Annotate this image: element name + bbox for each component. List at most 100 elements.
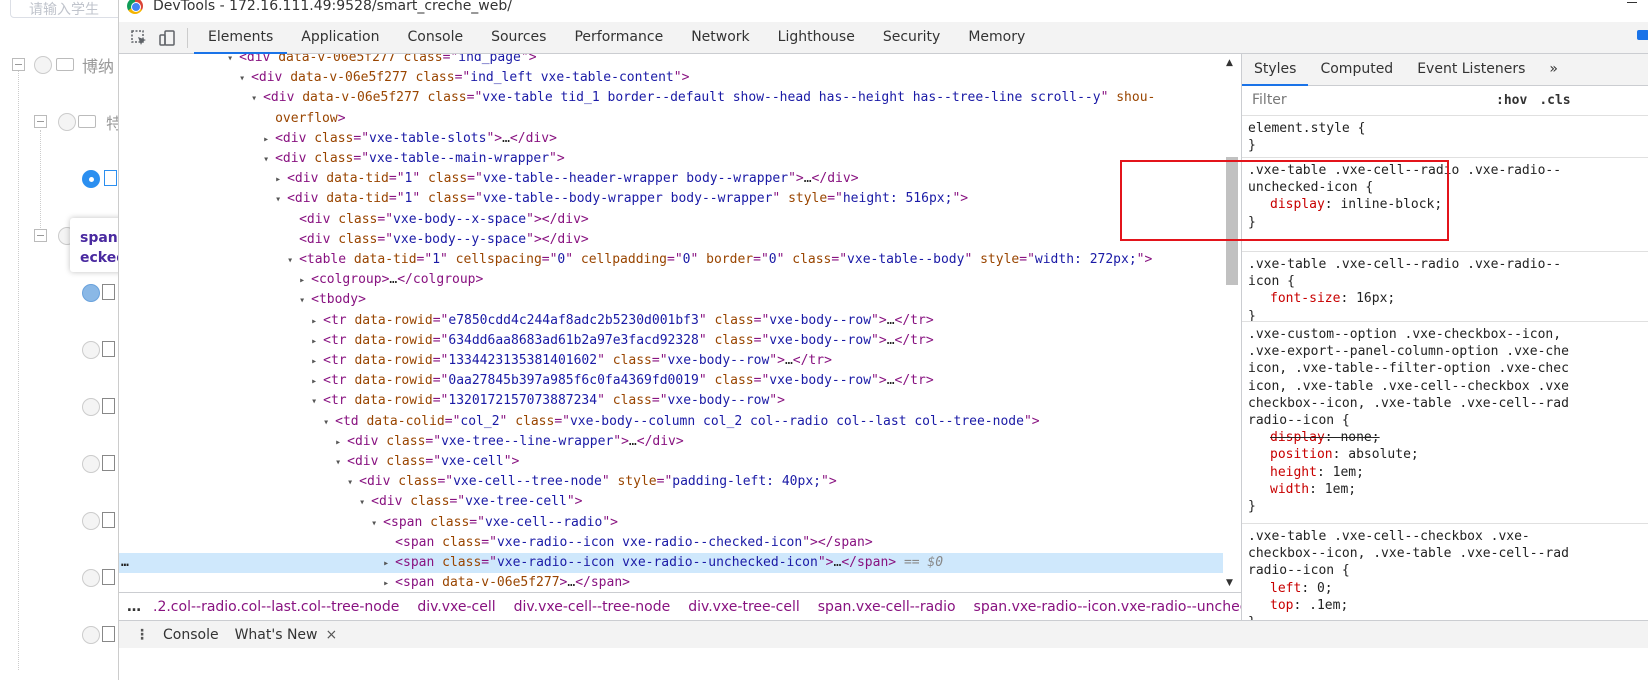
breadcrumb-overflow-icon[interactable]: … bbox=[127, 599, 141, 615]
tab-console[interactable]: Console bbox=[394, 22, 478, 54]
dom-node[interactable]: ▾ <div data-v-06e5f277 class="ind_page"> bbox=[119, 54, 1225, 68]
styles-filter-input[interactable]: Filter bbox=[1250, 89, 1482, 112]
dom-node[interactable]: ▸ <div data-tid="1" class="vxe-table--hea… bbox=[119, 169, 1225, 189]
expand-toggle-icon[interactable]: ▾ bbox=[347, 473, 359, 493]
collapse-icon[interactable] bbox=[34, 229, 47, 242]
expand-toggle-icon[interactable]: ▸ bbox=[311, 312, 323, 332]
expand-toggle-icon[interactable]: ▾ bbox=[323, 413, 335, 433]
css-selector[interactable]: element.style { bbox=[1248, 120, 1644, 137]
tab-security[interactable]: Security bbox=[869, 22, 955, 54]
node-actions-icon[interactable]: … bbox=[121, 553, 129, 573]
dom-node[interactable]: ▾ <div data-v-06e5f277 class="vxe-table t… bbox=[119, 88, 1225, 108]
tree-row[interactable] bbox=[0, 623, 124, 647]
drawer-menu-icon[interactable]: ⋮ bbox=[135, 627, 149, 643]
breadcrumb-item[interactable]: div.vxe-cell--tree-node bbox=[514, 599, 671, 615]
radio-icon[interactable] bbox=[82, 341, 100, 359]
css-declaration[interactable]: width: 1em; bbox=[1248, 481, 1644, 498]
collapse-icon[interactable] bbox=[12, 58, 25, 71]
css-rule[interactable]: .vxe-table .vxe-cell--checkbox .vxe- che… bbox=[1242, 524, 1648, 620]
expand-toggle-icon[interactable]: ▸ bbox=[311, 332, 323, 352]
tree-row[interactable] bbox=[0, 338, 124, 362]
expand-toggle-icon[interactable]: ▾ bbox=[263, 150, 275, 170]
radio-icon[interactable] bbox=[82, 626, 100, 644]
breadcrumb-item[interactable]: div.vxe-cell bbox=[417, 599, 495, 615]
class-toggle[interactable]: .cls bbox=[1539, 93, 1570, 108]
css-selector[interactable]: .vxe-custom--option .vxe-checkbox--icon,… bbox=[1248, 326, 1644, 429]
dom-node[interactable]: ▾ <div data-v-06e5f277 class="ind_left vx… bbox=[119, 68, 1225, 88]
dom-node[interactable]: ▸ <span data-v-06e5f277>…</span> bbox=[119, 573, 1225, 592]
expand-toggle-icon[interactable]: ▾ bbox=[371, 514, 383, 534]
css-declaration[interactable]: left: 0; bbox=[1248, 580, 1644, 597]
dom-node[interactable]: <div class="vxe-body--y-space"></div> bbox=[119, 230, 1225, 250]
css-rule[interactable]: .vxe-custom--option .vxe-checkbox--icon,… bbox=[1242, 322, 1648, 524]
expand-toggle-icon[interactable]: ▾ bbox=[299, 291, 311, 311]
tab-event-listeners[interactable]: Event Listeners bbox=[1405, 54, 1537, 86]
breadcrumb-item[interactable]: span.vxe-cell--radio bbox=[818, 599, 956, 615]
tab-styles[interactable]: Styles bbox=[1242, 54, 1309, 86]
radio-checked-icon[interactable] bbox=[82, 170, 100, 188]
scroll-down-icon[interactable]: ▼ bbox=[1226, 578, 1233, 588]
close-icon[interactable]: × bbox=[326, 627, 338, 643]
tab-network[interactable]: Network bbox=[677, 22, 763, 54]
tab-sources[interactable]: Sources bbox=[477, 22, 560, 54]
css-declaration[interactable]: height: 1em; bbox=[1248, 464, 1644, 481]
dom-node[interactable]: ▸ <tr data-rowid="1334423135381401602" cl… bbox=[119, 351, 1225, 371]
radio-icon[interactable] bbox=[58, 113, 76, 131]
tree-row[interactable]: 博纳 bbox=[0, 53, 124, 77]
radio-icon[interactable] bbox=[82, 569, 100, 587]
dom-node[interactable]: ▾ <div class="vxe-cell--tree-node" style=… bbox=[119, 472, 1225, 492]
css-rule[interactable]: element.style {} bbox=[1242, 116, 1648, 158]
elements-tree[interactable]: ▾ <div data-v-06e5f277 class="ind_page"> ▾… bbox=[119, 54, 1225, 592]
radio-icon[interactable] bbox=[82, 398, 100, 416]
expand-toggle-icon[interactable]: ▸ bbox=[311, 352, 323, 372]
radio-icon[interactable] bbox=[82, 512, 100, 530]
dom-node[interactable]: ▾ <div class="vxe-tree-cell"> bbox=[119, 492, 1225, 512]
device-toolbar-icon[interactable] bbox=[153, 24, 181, 52]
expand-toggle-icon[interactable]: ▸ bbox=[311, 372, 323, 392]
css-declaration[interactable]: font-size: 16px; bbox=[1248, 290, 1644, 307]
dom-node[interactable]: ▾ <div class="vxe-table--main-wrapper"> bbox=[119, 149, 1225, 169]
dom-node[interactable]: ▾ <div data-tid="1" class="vxe-table--bod… bbox=[119, 189, 1225, 209]
radio-icon[interactable] bbox=[34, 56, 52, 74]
css-selector[interactable]: .vxe-table .vxe-cell--radio .vxe-radio--… bbox=[1248, 256, 1644, 290]
expand-toggle-icon[interactable]: ▾ bbox=[311, 392, 323, 412]
tree-row[interactable] bbox=[0, 395, 124, 419]
dom-node[interactable]: ▸ <colgroup>…</colgroup> bbox=[119, 270, 1225, 290]
tree-row[interactable]: 特 bbox=[0, 110, 124, 134]
expand-toggle-icon[interactable]: ▾ bbox=[227, 54, 239, 69]
css-selector[interactable]: .vxe-table .vxe-cell--checkbox .vxe- che… bbox=[1248, 528, 1644, 580]
dom-node[interactable]: ▸ <tr data-rowid="634dd6aa8683ad61b2a97e3… bbox=[119, 331, 1225, 351]
dom-node[interactable]: ▾ <td data-colid="col_2" class="vxe-body-… bbox=[119, 412, 1225, 432]
expand-toggle-icon[interactable]: ▾ bbox=[251, 89, 263, 109]
dom-node[interactable]: ▾ <div class="vxe-cell"> bbox=[119, 452, 1225, 472]
dom-node[interactable]: ▾ <tbody> bbox=[119, 290, 1225, 310]
dom-node[interactable]: overflow> bbox=[119, 109, 1225, 129]
css-declaration[interactable]: display: none; bbox=[1248, 429, 1644, 446]
dom-node[interactable]: <div class="vxe-body--x-space"></div> bbox=[119, 210, 1225, 230]
dom-node[interactable]: ▸ <div class="vxe-tree--line-wrapper">…</… bbox=[119, 432, 1225, 452]
tab-computed[interactable]: Computed bbox=[1308, 54, 1405, 86]
minimize-icon[interactable] bbox=[1627, 2, 1637, 3]
expand-toggle-icon[interactable]: ▾ bbox=[359, 493, 371, 513]
expand-toggle-icon[interactable]: ▾ bbox=[275, 190, 287, 210]
drawer-tab-console[interactable]: Console bbox=[163, 627, 219, 643]
dom-node[interactable]: ▾ <table data-tid="1" cellspacing="0" cel… bbox=[119, 250, 1225, 270]
breadcrumb-item[interactable]: div.vxe-tree-cell bbox=[688, 599, 800, 615]
scroll-up-icon[interactable]: ▲ bbox=[1226, 58, 1233, 68]
tree-row[interactable] bbox=[0, 167, 124, 191]
student-search-input[interactable]: 请输入学生 bbox=[10, 0, 124, 18]
breadcrumb-item[interactable]: .2.col--radio.col--last.col--tree-node bbox=[153, 599, 399, 615]
radio-icon[interactable] bbox=[82, 455, 100, 473]
dom-node[interactable]: ▸ <tr data-rowid="e7850cdd4c244af8adc2b52… bbox=[119, 311, 1225, 331]
tree-row[interactable] bbox=[0, 509, 124, 533]
dom-node-selected[interactable]: ▸ <span class="vxe-radio--icon vxe-radio-… bbox=[119, 553, 1225, 574]
hover-state-toggle[interactable]: :hov bbox=[1496, 93, 1527, 108]
breadcrumb-item[interactable]: span.vxe-radio--icon.vxe-radio--unchecke… bbox=[974, 599, 1241, 615]
tab-application[interactable]: Application bbox=[287, 22, 393, 54]
expand-toggle-icon[interactable]: ▾ bbox=[287, 251, 299, 271]
tab-elements[interactable]: Elements bbox=[194, 22, 288, 54]
dom-node[interactable]: ▾ <tr data-rowid="1320172157073887234" cl… bbox=[119, 391, 1225, 411]
message-icon[interactable] bbox=[1637, 30, 1648, 40]
expand-toggle-icon[interactable]: ▸ bbox=[335, 433, 347, 453]
expand-toggle-icon[interactable]: ▸ bbox=[299, 271, 311, 291]
